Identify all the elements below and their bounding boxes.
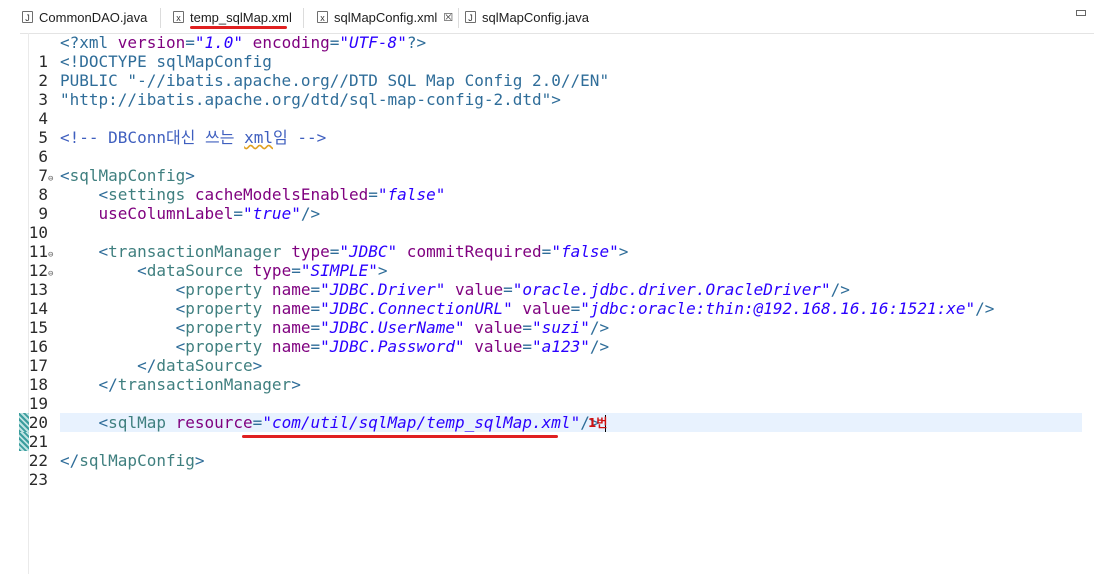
- red-underline-resource: [242, 435, 558, 438]
- tab-label: sqlMapConfig.xml: [334, 9, 438, 25]
- code-line: 14 <property name="JDBC.Driver" value="o…: [0, 280, 850, 318]
- fold-icon[interactable]: ⊖: [48, 246, 53, 265]
- red-underline-tab: [190, 26, 287, 29]
- line-content: <transactionManager type="JDBC" commitRe…: [98, 242, 629, 261]
- code-line: 1 <?xml version="1.0" encoding="UTF-8"?>: [0, 33, 426, 71]
- code-line: 8 ⊖ <sqlMapConfig>: [0, 166, 195, 204]
- line-content: </sqlMapConfig>: [60, 451, 205, 470]
- line-content: <!DOCTYPE sqlMapConfig: [60, 52, 272, 71]
- line-content: </dataSource>: [137, 356, 263, 375]
- code-line: 10 useColumnLabel="true"/>: [0, 204, 320, 242]
- comment: <!-- DBConn대신 쓰는 xml임 -->: [60, 128, 327, 147]
- line-content: </transactionManager>: [98, 375, 301, 394]
- tab-label: CommonDAO.java: [39, 9, 148, 25]
- tab-label: temp_sqlMap.xml: [190, 9, 292, 25]
- tab-temp-sqlmap-xml[interactable]: x temp_sqlMap.xml: [173, 6, 292, 28]
- tab-divider: [458, 8, 459, 28]
- line-content: PUBLIC "-//ibatis.apache.org//DTD SQL Ma…: [60, 71, 610, 90]
- tab-divider: [303, 8, 304, 28]
- xml-file-icon: x: [173, 11, 184, 23]
- code-line: 17 <property name="JDBC.Password" value=…: [0, 337, 609, 375]
- code-line: 23 </sqlMapConfig>: [0, 451, 205, 489]
- tab-label: sqlMapConfig.java: [482, 9, 589, 25]
- code-line: 20: [0, 394, 48, 432]
- line-content: <settings cacheModelsEnabled="false": [98, 185, 446, 204]
- code-line-current: 21 <sqlMap resource="com/util/sqlMap/tem…: [0, 413, 607, 451]
- line-content: <sqlMap resource="com/util/sqlMap/temp_s…: [60, 413, 607, 432]
- line-content: <sqlMapConfig>: [60, 166, 195, 185]
- annotation-note: 1번: [588, 416, 608, 430]
- code-line: 5: [0, 109, 48, 147]
- code-line: 16 <property name="JDBC.UserName" value=…: [0, 318, 609, 356]
- tab-divider: [160, 8, 161, 28]
- line-content: "http://ibatis.apache.org/dtd/sql-map-co…: [60, 90, 561, 109]
- code-line: 19 </transactionManager>: [0, 375, 301, 413]
- line-content: <?xml version="1.0" encoding="UTF-8"?>: [60, 33, 427, 52]
- line-content: <property name="JDBC.Password" value="a1…: [175, 337, 610, 356]
- java-file-icon: J: [22, 11, 33, 23]
- line-content: useColumnLabel="true"/>: [98, 204, 321, 223]
- tab-sqlmapconfig-xml[interactable]: x sqlMapConfig.xml ☒: [317, 6, 454, 28]
- line-content: <property name="JDBC.Driver" value="orac…: [175, 280, 850, 299]
- tab-sqlmapconfig-java[interactable]: J sqlMapConfig.java: [465, 6, 589, 28]
- line-number: 23: [28, 470, 48, 489]
- tab-commondao-java[interactable]: J CommonDAO.java: [22, 6, 147, 28]
- line-content: <property name="JDBC.ConnectionURL" valu…: [175, 299, 995, 318]
- code-line: 7: [0, 147, 48, 185]
- line-content: <dataSource type="SIMPLE">: [137, 261, 388, 280]
- code-line: 6 <!-- DBConn대신 쓰는 xml임 -->: [0, 128, 326, 166]
- code-line: 18 </dataSource>: [0, 356, 263, 394]
- code-line: 3 PUBLIC "-//ibatis.apache.org//DTD SQL …: [0, 71, 609, 109]
- code-line: 22: [0, 432, 48, 470]
- editor-tab-bar: J CommonDAO.java x temp_sqlMap.xml x sql…: [0, 0, 1094, 34]
- line-content: <property name="JDBC.UserName" value="su…: [175, 318, 610, 337]
- close-icon[interactable]: ☒: [443, 11, 453, 24]
- fold-icon[interactable]: ⊖: [48, 170, 53, 189]
- minimize-icon[interactable]: [1076, 10, 1086, 16]
- code-line: 15 <property name="JDBC.ConnectionURL" v…: [0, 299, 995, 337]
- code-line: 2 <!DOCTYPE sqlMapConfig: [0, 52, 272, 90]
- xml-file-icon: x: [317, 11, 328, 23]
- code-line: 13 ⊖ <dataSource type="SIMPLE">: [0, 261, 388, 299]
- code-line: 11: [0, 223, 48, 261]
- java-file-icon: J: [465, 11, 476, 23]
- fold-icon[interactable]: ⊖: [48, 265, 53, 284]
- code-line: 4 "http://ibatis.apache.org/dtd/sql-map-…: [0, 90, 561, 128]
- code-line: 12 ⊖ <transactionManager type="JDBC" com…: [0, 242, 629, 280]
- code-line: 9 <settings cacheModelsEnabled="false": [0, 185, 445, 223]
